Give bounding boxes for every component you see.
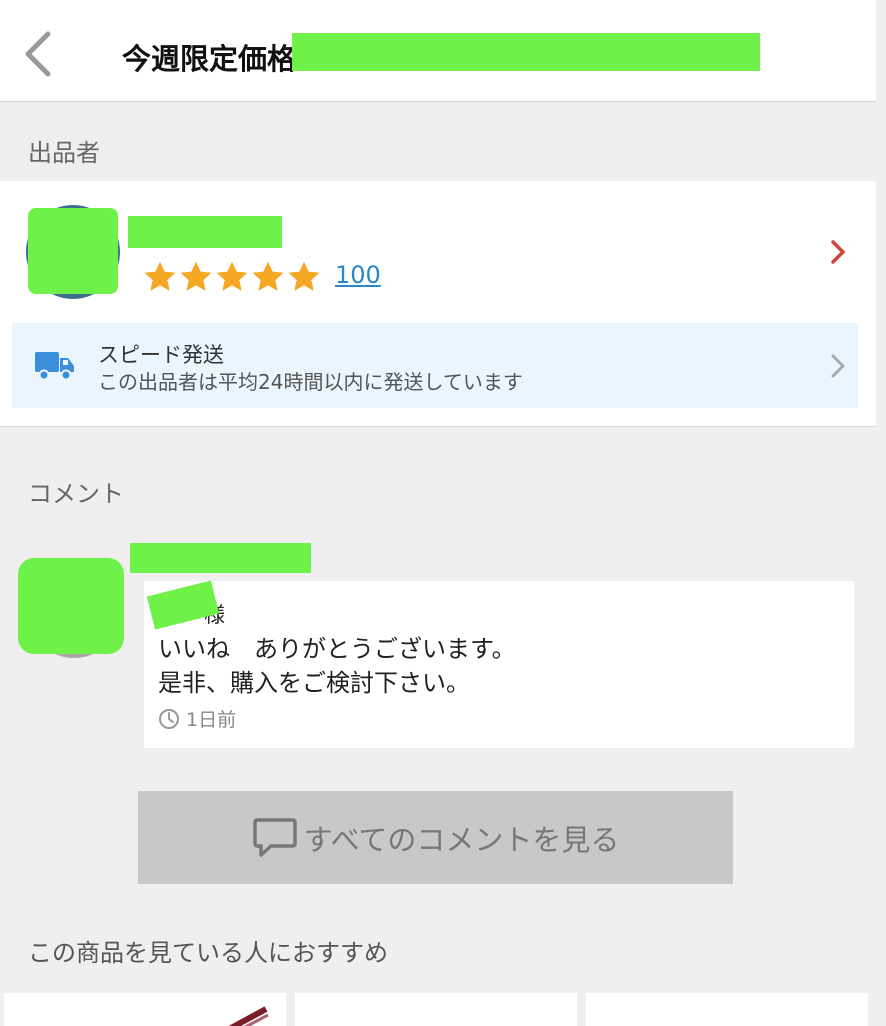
rating-stars	[142, 259, 322, 295]
recommended-item-card[interactable]	[4, 993, 286, 1026]
comment-line-2: 是非、購入をご検討下さい。	[158, 669, 470, 697]
comment-line-1: いいね ありがとうございます。	[158, 635, 516, 663]
chevron-right-icon[interactable]	[826, 237, 850, 267]
comments-section-label: コメント	[28, 480, 124, 508]
rating-count-link[interactable]: 100	[335, 261, 381, 289]
speech-bubble-icon	[252, 817, 297, 857]
seller-section-label: 出品者	[28, 139, 100, 167]
truck-icon	[35, 352, 74, 381]
view-all-comments-label: すべてのコメントを見る	[303, 822, 620, 857]
redaction-mark	[128, 216, 282, 248]
recommended-item-card[interactable]	[295, 993, 577, 1026]
redaction-mark	[28, 208, 118, 294]
redaction-mark	[292, 33, 760, 71]
recommend-section-label: この商品を見ている人におすすめ	[28, 939, 388, 967]
star-icon	[252, 261, 284, 291]
redaction-mark	[18, 558, 124, 654]
comment-time-text: 1日前	[186, 709, 237, 731]
speed-shipping-description: この出品者は平均24時間以内に発送しています	[98, 370, 523, 394]
star-icon	[144, 261, 176, 291]
speed-shipping-title: スピード発送	[98, 343, 224, 367]
comment-timestamp: 1日前	[158, 705, 236, 732]
star-icon	[180, 261, 212, 291]
star-icon	[288, 261, 320, 291]
back-chevron-icon[interactable]	[18, 28, 62, 80]
page-title: 今週限定価格	[122, 42, 297, 76]
star-icon	[216, 261, 248, 291]
speed-shipping-banner[interactable]: スピード発送 この出品者は平均24時間以内に発送しています	[12, 323, 858, 408]
product-thumbnail-image	[228, 1006, 269, 1026]
clock-icon	[159, 708, 179, 729]
redaction-mark	[130, 543, 311, 573]
chevron-right-icon	[831, 354, 845, 378]
comment-bubble: 様 いいね ありがとうございます。 是非、購入をご検討下さい。 1日前	[144, 581, 854, 748]
view-all-comments-button[interactable]: すべてのコメントを見る	[138, 791, 733, 884]
recommended-item-card[interactable]	[586, 993, 868, 1026]
